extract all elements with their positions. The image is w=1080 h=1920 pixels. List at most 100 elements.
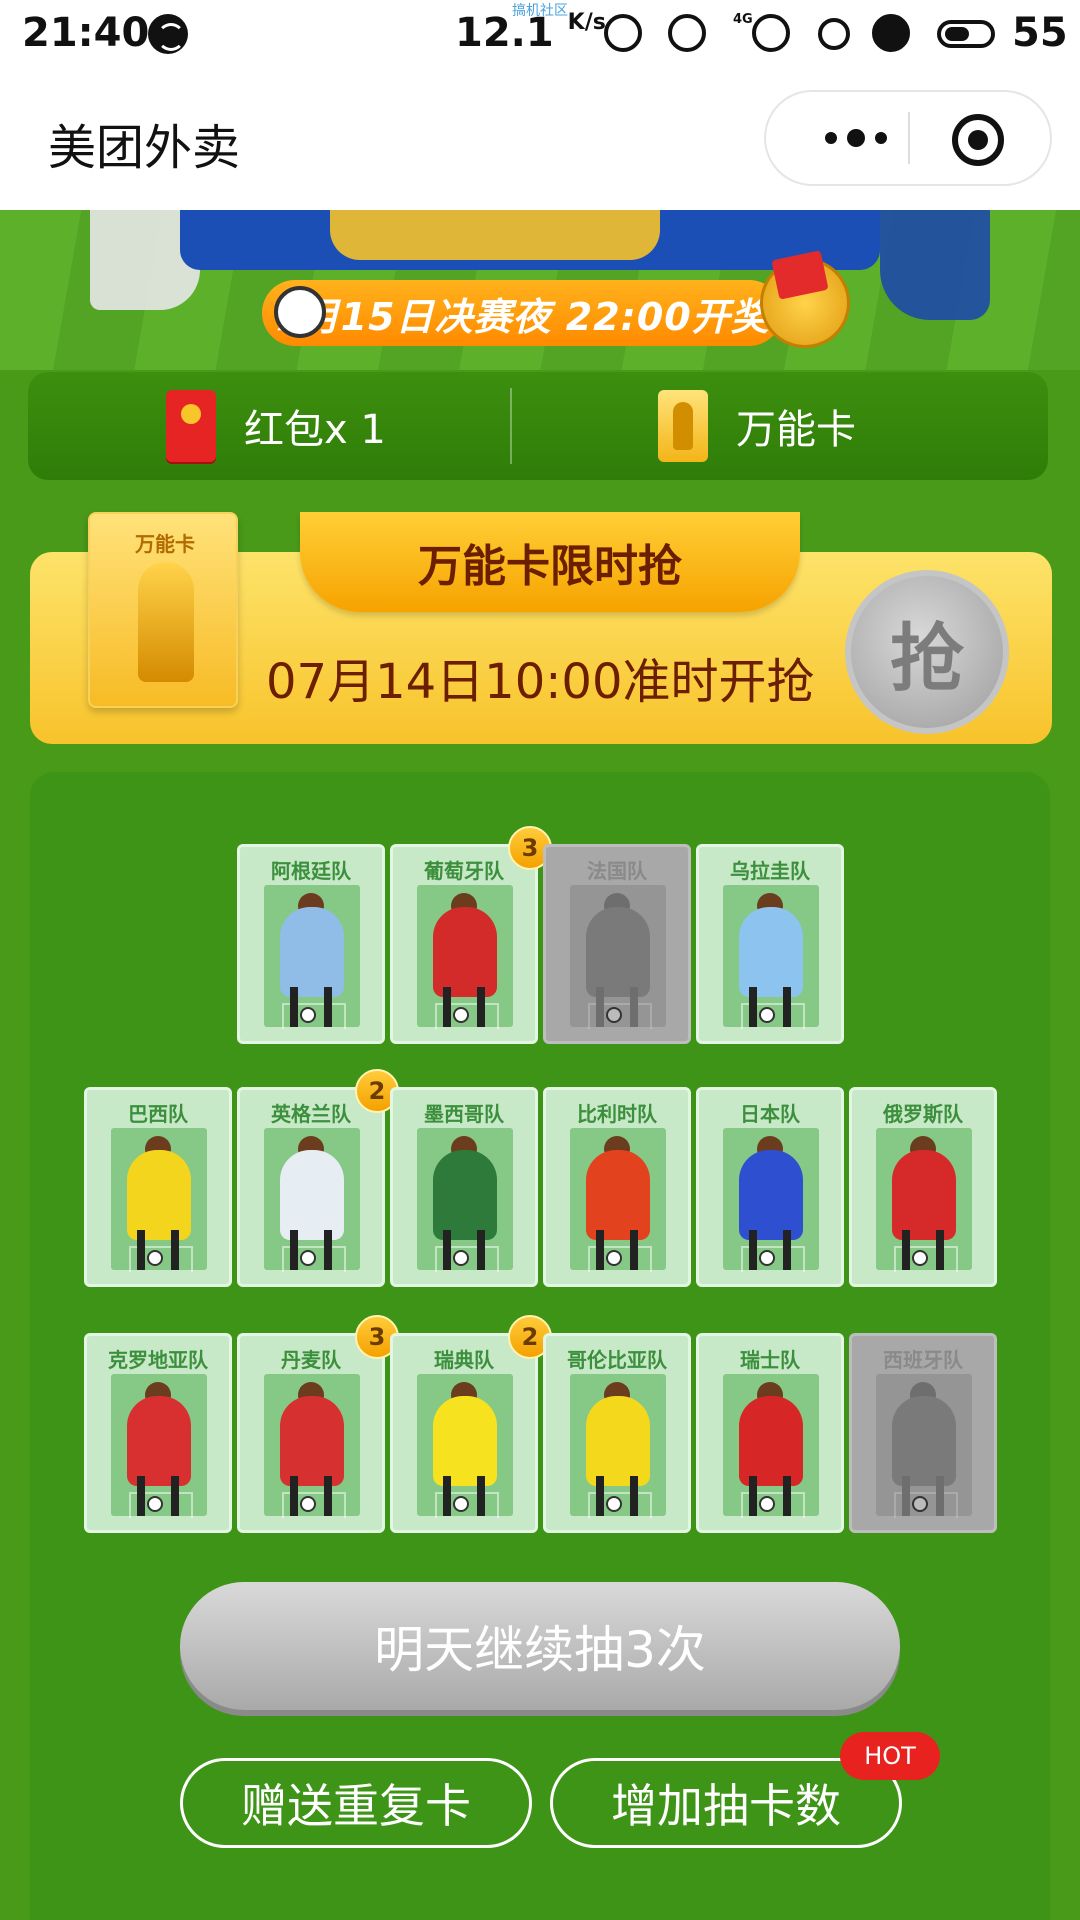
team-card[interactable]: 日本队 <box>696 1087 844 1287</box>
team-name: 乌拉圭队 <box>730 859 810 883</box>
more-icon <box>825 132 837 144</box>
close-miniprogram-button[interactable] <box>952 114 1004 166</box>
team-name: 哥伦比亚队 <box>567 1348 667 1372</box>
player-jersey <box>892 1396 956 1486</box>
player-illustration <box>880 210 990 320</box>
team-name: 日本队 <box>740 1102 800 1126</box>
soccer-ball-icon <box>300 1250 316 1266</box>
capsule-divider <box>908 112 910 164</box>
grab-button[interactable]: 抢 <box>845 570 1009 734</box>
team-card[interactable]: 瑞典队 <box>390 1333 538 1533</box>
promo-banner: 7月15日决赛夜 22:00开奖 <box>0 210 1080 370</box>
player-jersey <box>280 1150 344 1240</box>
team-name: 巴西队 <box>128 1102 188 1126</box>
soccer-ball-icon <box>606 1496 622 1512</box>
team-card[interactable]: 英格兰队 <box>237 1087 385 1287</box>
player-jersey <box>433 1396 497 1486</box>
player-jersey <box>280 1396 344 1486</box>
team-card[interactable]: 巴西队 <box>84 1087 232 1287</box>
team-card[interactable]: 葡萄牙队 <box>390 844 538 1044</box>
player-jersey <box>127 1396 191 1486</box>
more-icon-dot <box>847 129 865 147</box>
gift-duplicate-button[interactable]: 赠送重复卡 <box>180 1758 532 1848</box>
soccer-ball-icon <box>606 1250 622 1266</box>
banner-title-art <box>330 210 660 260</box>
player-jersey <box>892 1150 956 1240</box>
banner-draw-time: 7月15日决赛夜 22:00开奖 <box>262 280 782 346</box>
more-icon-dot <box>875 132 887 144</box>
team-card[interactable]: 比利时队 <box>543 1087 691 1287</box>
player-jersey <box>586 1396 650 1486</box>
soccer-ball-icon <box>147 1250 163 1266</box>
rewards-bar: 红包x 1 万能卡 <box>28 372 1048 480</box>
hot-badge: HOT <box>840 1732 940 1780</box>
status-time: 21:40 <box>22 10 150 56</box>
player-jersey <box>739 907 803 997</box>
team-card[interactable]: 瑞士队 <box>696 1333 844 1533</box>
flash-sale-time: 07月14日10:00准时开抢 <box>266 654 815 710</box>
alarm-icon <box>604 14 642 52</box>
team-card[interactable]: 克罗地亚队 <box>84 1333 232 1533</box>
wild-card-label: 万能卡 <box>736 407 856 453</box>
red-packet-tab[interactable]: 红包x 1 <box>166 372 386 480</box>
status-bar: 21:40 12.1 K/s 搞机社区 4G 55 <box>0 0 1080 66</box>
team-name: 阿根廷队 <box>271 859 351 883</box>
soccer-ball-icon <box>759 1250 775 1266</box>
soccer-ball-icon <box>300 1007 316 1023</box>
soccer-ball-icon <box>912 1250 928 1266</box>
battery-level: 55 <box>1012 10 1068 56</box>
team-card[interactable]: 俄罗斯队 <box>849 1087 997 1287</box>
hd-icon <box>872 14 910 52</box>
flash-sale-heading: 万能卡限时抢 <box>300 512 800 612</box>
player-jersey <box>739 1150 803 1240</box>
team-name: 比利时队 <box>577 1102 657 1126</box>
trophy-icon <box>138 562 194 682</box>
player-jersey <box>739 1396 803 1486</box>
player-jersey <box>127 1150 191 1240</box>
draw-button[interactable]: 明天继续抽3次 <box>180 1582 900 1710</box>
red-packet-icon <box>166 390 216 462</box>
title-bar: 美团外卖 <box>0 66 1080 210</box>
soccer-ball-icon <box>759 1496 775 1512</box>
team-card[interactable]: 法国队 <box>543 844 691 1044</box>
miniprogram-capsule <box>764 90 1052 186</box>
team-card[interactable]: 墨西哥队 <box>390 1087 538 1287</box>
team-card[interactable]: 西班牙队 <box>849 1333 997 1533</box>
ticket-label: 万能卡 <box>135 532 195 556</box>
battery-icon <box>937 20 995 48</box>
more-button[interactable] <box>806 92 906 184</box>
soccer-ball-icon <box>300 1496 316 1512</box>
team-card[interactable]: 阿根廷队 <box>237 844 385 1044</box>
wild-card-ticket: 万能卡 <box>88 512 238 708</box>
team-name: 克罗地亚队 <box>108 1348 208 1372</box>
player-jersey <box>586 907 650 997</box>
wild-card-tab[interactable]: 万能卡 <box>658 372 856 480</box>
player-jersey <box>280 907 344 997</box>
signal-icon <box>752 14 790 52</box>
red-packet-label: 红包x 1 <box>244 407 386 453</box>
watermark: 搞机社区 <box>512 3 568 19</box>
soccer-ball-icon <box>147 1496 163 1512</box>
soccer-ball-icon <box>453 1007 469 1023</box>
team-card[interactable]: 乌拉圭队 <box>696 844 844 1044</box>
sync-icon <box>668 14 706 52</box>
team-name: 法国队 <box>587 859 647 883</box>
tab-divider <box>510 388 512 464</box>
soccer-ball-icon <box>912 1496 928 1512</box>
soccer-ball-icon <box>453 1496 469 1512</box>
network-type: 4G <box>733 12 753 27</box>
player-jersey <box>433 907 497 997</box>
team-name: 西班牙队 <box>883 1348 963 1372</box>
page-title: 美团外卖 <box>48 120 241 176</box>
team-card[interactable]: 哥伦比亚队 <box>543 1333 691 1533</box>
team-name: 俄罗斯队 <box>883 1102 963 1126</box>
trophy-card-icon <box>658 390 708 462</box>
player-jersey <box>586 1150 650 1240</box>
wild-card-flash-sale: 万能卡 万能卡限时抢 07月14日10:00准时开抢 抢 <box>30 512 1052 744</box>
browser-icon <box>148 14 188 54</box>
team-name: 瑞士队 <box>740 1348 800 1372</box>
soccer-ball-icon <box>274 286 326 338</box>
team-card[interactable]: 丹麦队 <box>237 1333 385 1533</box>
soccer-ball-icon <box>759 1007 775 1023</box>
team-name: 墨西哥队 <box>424 1102 504 1126</box>
